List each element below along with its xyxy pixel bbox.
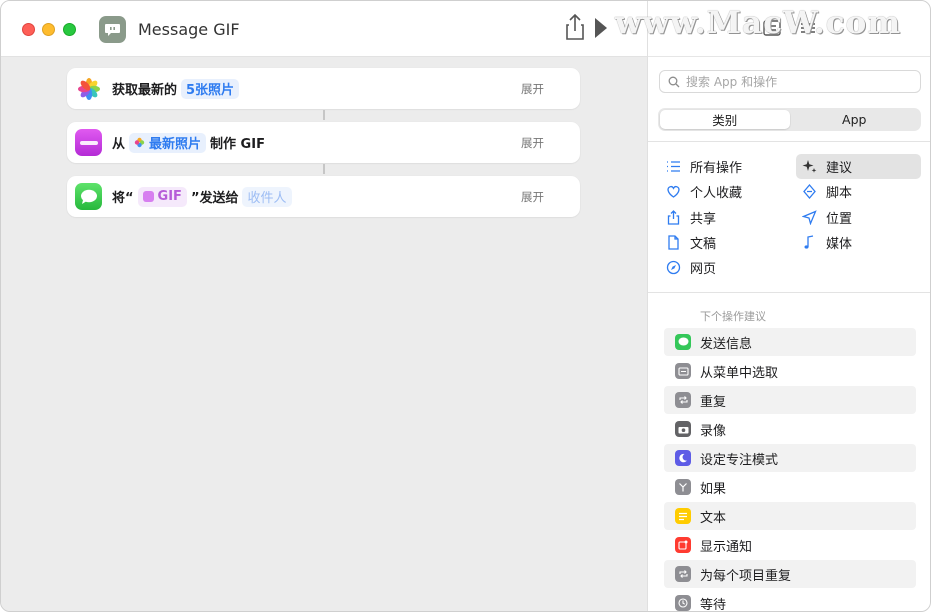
category-location[interactable]: 位置 bbox=[796, 205, 921, 230]
latest-photos-token[interactable]: 最新照片 bbox=[129, 132, 207, 153]
action-library-pane: 类别 App 所有操作 建议 个人收藏 脚本 共享 位置 bbox=[647, 1, 930, 611]
suggestion-set-focus[interactable]: 设定专注模式 bbox=[664, 444, 916, 472]
list-icon bbox=[667, 161, 680, 172]
action-text: 从 bbox=[112, 137, 126, 152]
expand-button[interactable]: 展开 bbox=[521, 135, 544, 151]
action-card-get-photos[interactable]: 获取最新的 5张照片 展开 bbox=[67, 68, 580, 109]
divider bbox=[648, 141, 930, 142]
photos-icon bbox=[134, 137, 145, 148]
suggestion-choose-from-menu[interactable]: 从菜单中选取 bbox=[664, 357, 916, 385]
messages-icon bbox=[675, 334, 691, 350]
suggestions-header: 下个操作建议 bbox=[700, 310, 766, 323]
share-icon bbox=[667, 210, 680, 225]
search-icon bbox=[668, 76, 680, 87]
window-title: Message GIF bbox=[138, 20, 240, 39]
category-web[interactable]: 网页 bbox=[660, 255, 785, 280]
title-bar: Message GIF bbox=[1, 1, 647, 57]
suggestion-record-video[interactable]: 录像 bbox=[664, 415, 916, 443]
divider bbox=[648, 292, 930, 293]
category-sharing[interactable]: 共享 bbox=[660, 205, 785, 230]
zoom-button[interactable] bbox=[63, 23, 76, 36]
location-icon bbox=[802, 210, 817, 225]
suggestion-text[interactable]: 文本 bbox=[664, 502, 916, 530]
compass-icon bbox=[666, 260, 681, 275]
library-segmented-control[interactable]: 类别 App bbox=[658, 108, 921, 131]
photos-icon bbox=[75, 75, 102, 102]
suggestion-repeat-each[interactable]: 为每个项目重复 bbox=[664, 560, 916, 588]
share-icon[interactable] bbox=[564, 13, 586, 41]
menu-icon bbox=[675, 363, 691, 379]
shortcuts-window: Message GIF 获取最新的 5张照片 展开 从 最新照片 制作 GIF … bbox=[0, 0, 931, 612]
category-suggestions[interactable]: 建议 bbox=[796, 154, 921, 179]
photo-count-token[interactable]: 5张照片 bbox=[181, 78, 240, 99]
watermark: www.MacW.com bbox=[615, 5, 902, 41]
category-favorites[interactable]: 个人收藏 bbox=[660, 179, 785, 204]
repeat-each-icon bbox=[675, 566, 691, 582]
search-input[interactable] bbox=[686, 74, 906, 89]
suggestion-if[interactable]: 如果 bbox=[664, 473, 916, 501]
tab-app[interactable]: App bbox=[790, 110, 920, 129]
messages-icon bbox=[75, 183, 102, 210]
gif-token[interactable]: GIF bbox=[137, 186, 187, 207]
music-icon bbox=[804, 235, 814, 249]
document-icon bbox=[668, 235, 679, 250]
action-connector bbox=[323, 164, 325, 174]
expand-button[interactable]: 展开 bbox=[521, 81, 544, 97]
text-icon bbox=[675, 508, 691, 524]
minimize-button[interactable] bbox=[42, 23, 55, 36]
close-button[interactable] bbox=[22, 23, 35, 36]
category-media[interactable]: 媒体 bbox=[796, 230, 921, 255]
gif-icon bbox=[75, 129, 102, 156]
heart-icon bbox=[667, 185, 680, 198]
action-text: 获取最新的 bbox=[112, 83, 178, 98]
camera-icon bbox=[675, 421, 691, 437]
sparkle-icon bbox=[802, 160, 817, 173]
suggestion-show-notification[interactable]: 显示通知 bbox=[664, 531, 916, 559]
shortcut-icon[interactable] bbox=[99, 16, 126, 43]
tab-categories[interactable]: 类别 bbox=[660, 110, 790, 129]
suggestion-repeat[interactable]: 重复 bbox=[664, 386, 916, 414]
search-field[interactable] bbox=[659, 70, 921, 93]
repeat-icon bbox=[675, 392, 691, 408]
suggestion-wait[interactable]: 等待 bbox=[664, 589, 916, 611]
action-text: 制作 GIF bbox=[210, 137, 265, 152]
action-text: ”发送给 bbox=[190, 191, 239, 206]
clock-icon bbox=[675, 595, 691, 611]
moon-icon bbox=[675, 450, 691, 466]
category-scripting[interactable]: 脚本 bbox=[796, 179, 921, 204]
action-text: 将“ bbox=[112, 191, 134, 206]
action-connector bbox=[323, 110, 325, 120]
expand-button[interactable]: 展开 bbox=[521, 189, 544, 205]
category-all-actions[interactable]: 所有操作 bbox=[660, 154, 785, 179]
action-card-send-message[interactable]: 将“ GIF ”发送给 收件人 展开 bbox=[67, 176, 580, 217]
suggestion-send-message[interactable]: 发送信息 bbox=[664, 328, 916, 356]
script-icon bbox=[803, 184, 816, 199]
category-documents[interactable]: 文稿 bbox=[660, 230, 785, 255]
action-card-make-gif[interactable]: 从 最新照片 制作 GIF 展开 bbox=[67, 122, 580, 163]
editor-pane: Message GIF 获取最新的 5张照片 展开 从 最新照片 制作 GIF … bbox=[1, 1, 647, 611]
notification-icon bbox=[675, 537, 691, 553]
run-icon[interactable] bbox=[589, 13, 611, 43]
recipients-token[interactable]: 收件人 bbox=[242, 186, 292, 207]
branch-icon bbox=[675, 479, 691, 495]
